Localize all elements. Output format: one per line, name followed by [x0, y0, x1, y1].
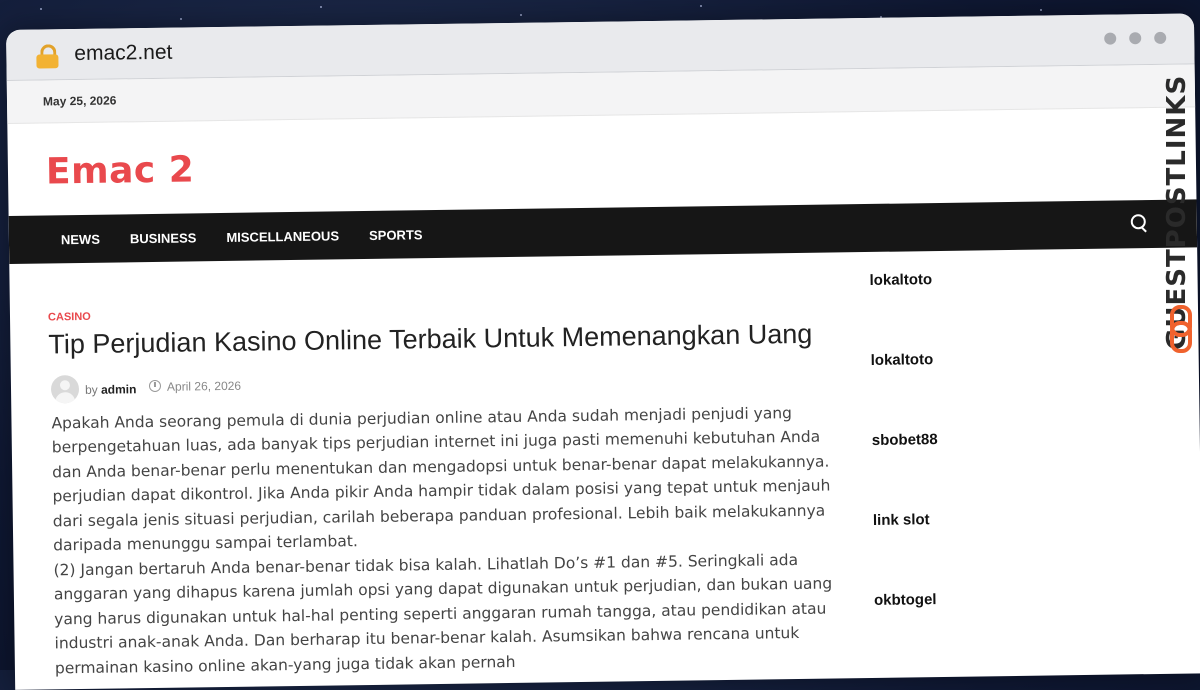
site-header: Emac 2 — [7, 107, 1196, 216]
post-paragraph: perjudian dapat dikontrol. Jika Anda pik… — [52, 476, 831, 555]
browser-window: emac2.net May 25, 2026 Emac 2 NEWS BUSIN… — [6, 13, 1200, 690]
window-dot-icon[interactable] — [1154, 31, 1167, 44]
sidebar-link[interactable]: link slot — [873, 511, 930, 529]
sidebar-link[interactable]: okbtogel — [874, 591, 937, 609]
search-icon[interactable] — [1130, 214, 1149, 233]
window-dot-icon[interactable] — [1104, 32, 1117, 45]
address-bar-url[interactable]: emac2.net — [74, 41, 172, 66]
post-paragraph: Apakah Anda seorang pemula di dunia perj… — [51, 404, 830, 482]
sidebar-link[interactable]: lokaltoto — [871, 351, 934, 369]
chain-link-icon — [1170, 305, 1192, 353]
post-paragraph: (2) Jangan bertaruh Anda benar-benar tid… — [53, 550, 833, 678]
nav-item-sports[interactable]: SPORTS — [369, 227, 423, 243]
post-title[interactable]: Tip Perjudian Kasino Online Terbaik Untu… — [48, 319, 812, 361]
post-category[interactable]: CASINO — [48, 311, 91, 324]
lock-icon — [36, 44, 59, 69]
main-content: CASINO Tip Perjudian Kasino Online Terba… — [9, 247, 1200, 684]
current-date: May 25, 2026 — [42, 93, 117, 109]
nav-item-miscellaneous[interactable]: MISCELLANEOUS — [226, 228, 339, 245]
nav-item-business[interactable]: BUSINESS — [130, 230, 197, 246]
sidebar-link[interactable]: sbobet88 — [872, 431, 938, 449]
guestpostlinks-watermark: GUESTPOSTLINKS — [1162, 50, 1200, 370]
by-label: by — [84, 382, 98, 397]
post-body: Apakah Anda seorang pemula di dunia perj… — [51, 400, 845, 680]
author-avatar — [50, 375, 80, 404]
post-date[interactable]: April 26, 2026 — [167, 379, 241, 394]
window-dot-icon[interactable] — [1129, 32, 1142, 45]
sidebar-link[interactable]: lokaltoto — [869, 271, 932, 289]
sidebar: lokaltoto lokaltoto sbobet88 link slot o… — [869, 269, 1069, 609]
window-controls — [1104, 31, 1167, 45]
post-author[interactable]: admin — [101, 382, 137, 396]
nav-item-news[interactable]: NEWS — [61, 231, 100, 247]
clock-icon — [148, 379, 162, 393]
site-title[interactable]: Emac 2 — [46, 149, 195, 192]
post-byline: by admin — [85, 382, 137, 397]
